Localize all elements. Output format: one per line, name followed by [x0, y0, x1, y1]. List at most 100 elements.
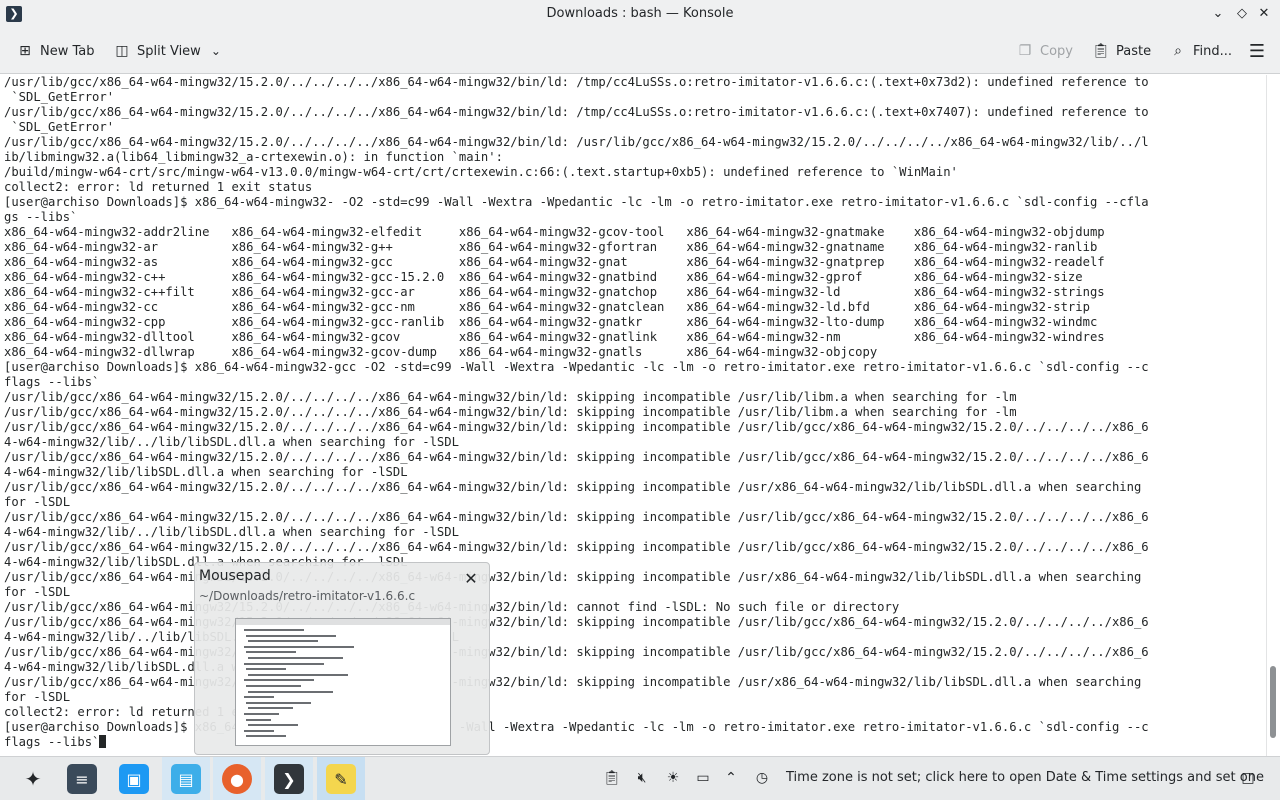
- thumbnail-text-line: [244, 629, 304, 631]
- terminal-line: /usr/lib/gcc/x86_64-w64-mingw32/15.2.0/.…: [4, 510, 1149, 524]
- terminal-line: /usr/lib/gcc/x86_64-w64-mingw32/15.2.0/.…: [4, 645, 1149, 659]
- terminal-line: `SDL_GetError': [4, 90, 115, 104]
- chevron-down-icon: ⌄: [210, 44, 221, 58]
- terminal-view[interactable]: /usr/lib/gcc/x86_64-w64-mingw32/15.2.0/.…: [0, 75, 1266, 756]
- terminal-line: `SDL_GetError': [4, 120, 115, 134]
- terminal-line: x86_64-w64-mingw32-c++filt x86_64-w64-mi…: [4, 285, 1105, 299]
- file-manager-icon: ▤: [171, 764, 201, 794]
- timezone-notice[interactable]: Time zone is not set; click here to open…: [786, 770, 1264, 785]
- terminal-line: /build/mingw-w64-crt/src/mingw-w64-v13.0…: [4, 165, 958, 179]
- thumbnail-text-line: [244, 645, 354, 648]
- terminal-line: collect2: error: ld returned 1 exit stat…: [4, 180, 313, 194]
- new-tab-label: New Tab: [40, 43, 95, 59]
- launcher-button[interactable]: ✦: [9, 757, 57, 800]
- terminal-line: 4-w64-mingw32/lib/../lib/libSDL.dll.a wh…: [4, 435, 459, 449]
- konsole-button[interactable]: ❯: [265, 757, 313, 800]
- new-tab-button[interactable]: ⊞ New Tab: [16, 39, 95, 63]
- find-button[interactable]: ⌕ Find...: [1169, 39, 1232, 63]
- copy-icon: ❐: [1018, 43, 1032, 59]
- konsole-toolbar: ⊞ New Tab ◫ Split View ⌄ ❐ Copy 📋︎ Paste…: [0, 29, 1280, 74]
- terminal-line: flags --libs`: [4, 375, 100, 389]
- thumbnail-text-line: [244, 729, 274, 732]
- window-preview-popup[interactable]: Mousepad ~/Downloads/retro-imitator-v1.6…: [194, 562, 490, 755]
- display-icon[interactable]: ▭: [692, 767, 714, 789]
- terminal-line: /usr/lib/gcc/x86_64-w64-mingw32/15.2.0/.…: [4, 540, 1149, 554]
- thumbnail-text-line: [244, 696, 274, 699]
- thumbnail-titlebar: [236, 619, 450, 625]
- thumbnail-text-line: [248, 724, 298, 727]
- terminal-line: 4-w64-mingw32/lib/libSDL.dll.a when sear…: [4, 555, 408, 569]
- clock-warning-icon[interactable]: ◷: [751, 767, 773, 789]
- thumbnail-text-line: [246, 718, 271, 721]
- terminal-line: /usr/lib/gcc/x86_64-w64-mingw32/15.2.0/.…: [4, 675, 1142, 689]
- thumbnail-text-line: [246, 701, 311, 704]
- paste-label: Paste: [1116, 43, 1152, 59]
- terminal-line: x86_64-w64-mingw32-c++ x86_64-w64-mingw3…: [4, 270, 1083, 284]
- firefox-icon: ●: [222, 764, 252, 794]
- close-icon[interactable]: ✕: [461, 569, 481, 589]
- launcher-icon: ✦: [24, 767, 42, 791]
- terminal-line: x86_64-w64-mingw32-dlltool x86_64-w64-mi…: [4, 330, 1105, 344]
- terminal-line: /usr/lib/gcc/x86_64-w64-mingw32/15.2.0/.…: [4, 420, 1149, 434]
- expand-tray-icon[interactable]: ⌃: [720, 767, 742, 789]
- thumbnail-text-line: [244, 679, 314, 682]
- terminal-line: x86_64-w64-mingw32-addr2line x86_64-w64-…: [4, 225, 1105, 239]
- terminal-line: [user@archiso Downloads]$ x86_64-w64-min…: [4, 195, 1149, 209]
- terminal-line: /usr/lib/gcc/x86_64-w64-mingw32/15.2.0/.…: [4, 600, 900, 614]
- terminal-line: /usr/lib/gcc/x86_64-w64-mingw32/15.2.0/.…: [4, 390, 1017, 404]
- maximize-icon[interactable]: ◇: [1233, 5, 1251, 23]
- terminal-line: x86_64-w64-mingw32-ar x86_64-w64-mingw32…: [4, 240, 1098, 254]
- thumbnail-text-line: [248, 673, 348, 676]
- terminal-line: gs --libs`: [4, 210, 78, 224]
- terminal-line: /usr/lib/gcc/x86_64-w64-mingw32/15.2.0/.…: [4, 450, 1149, 464]
- window-thumbnail[interactable]: [235, 618, 451, 746]
- firefox-button[interactable]: ●: [213, 757, 261, 800]
- brightness-icon[interactable]: ☀: [662, 767, 684, 789]
- hamburger-menu-button[interactable]: ☰: [1248, 39, 1272, 63]
- volume-muted-icon[interactable]: 🔇︎: [631, 767, 653, 789]
- text-cursor: [99, 735, 107, 748]
- prompt-input-text: flags --libs`: [4, 735, 100, 749]
- terminal-line: /usr/lib/gcc/x86_64-w64-mingw32/15.2.0/.…: [4, 480, 1142, 494]
- terminal-line: /usr/lib/gcc/x86_64-w64-mingw32/15.2.0/.…: [4, 405, 1017, 419]
- mousepad-button[interactable]: ✎: [317, 757, 365, 800]
- show-desktop-icon[interactable]: □: [1237, 767, 1259, 789]
- terminal-line: x86_64-w64-mingw32-dllwrap x86_64-w64-mi…: [4, 345, 878, 359]
- terminal-line: 4-w64-mingw32/lib/../lib/libSDL.dll.a wh…: [4, 630, 459, 644]
- split-view-button[interactable]: ◫ Split View ⌄: [113, 39, 221, 63]
- terminal-line: [user@archiso Downloads]$ x86_64-w64-min…: [4, 720, 1149, 734]
- system-settings-button[interactable]: ≡: [58, 757, 106, 800]
- thumbnail-text-line: [248, 707, 293, 710]
- terminal-scrollbar[interactable]: [1266, 75, 1280, 756]
- preview-path: ~/Downloads/retro-imitator-v1.6.6.c: [199, 589, 416, 603]
- thumbnail-text-line: [244, 662, 324, 665]
- terminal-line: ib/libmingw32.a(lib64_libmingw32_a-crtex…: [4, 150, 503, 164]
- clipboard-icon[interactable]: 📋︎: [601, 767, 623, 789]
- copy-button[interactable]: ❐ Copy: [1016, 39, 1073, 63]
- terminal-line: /usr/lib/gcc/x86_64-w64-mingw32/15.2.0/.…: [4, 75, 1149, 89]
- new-tab-icon: ⊞: [19, 43, 31, 59]
- paste-icon: 📋︎: [1092, 43, 1110, 59]
- scrollbar-thumb[interactable]: [1270, 666, 1276, 738]
- terminal-line: x86_64-w64-mingw32-as x86_64-w64-mingw32…: [4, 255, 1105, 269]
- discover-button[interactable]: ▣: [110, 757, 158, 800]
- copy-label: Copy: [1040, 43, 1073, 59]
- terminal-line: x86_64-w64-mingw32-cpp x86_64-w64-mingw3…: [4, 315, 1098, 329]
- window-titlebar: ❯ Downloads : bash — Konsole ⌄ ◇ ✕: [0, 0, 1280, 29]
- file-manager-button[interactable]: ▤: [162, 757, 210, 800]
- minimize-icon[interactable]: ⌄: [1209, 5, 1227, 23]
- terminal-line: /usr/lib/gcc/x86_64-w64-mingw32/15.2.0/.…: [4, 135, 1149, 149]
- terminal-line: [user@archiso Downloads]$ x86_64-w64-min…: [4, 360, 1149, 374]
- paste-button[interactable]: 📋︎ Paste: [1092, 39, 1151, 63]
- system-settings-icon: ≡: [67, 764, 97, 794]
- terminal-line: collect2: error: ld returned 1 exit stat…: [4, 705, 313, 719]
- terminal-line: 4-w64-mingw32/lib/libSDL.dll.a when sear…: [4, 660, 408, 674]
- thumbnail-text-line: [248, 657, 343, 659]
- find-label: Find...: [1193, 43, 1233, 59]
- split-view-label: Split View: [137, 43, 201, 59]
- window-title: Downloads : bash — Konsole: [546, 6, 734, 21]
- thumbnail-text-line: [246, 651, 296, 654]
- close-icon[interactable]: ✕: [1255, 5, 1273, 23]
- taskbar: ✦ ≡ ▣ ▤ ● ❯ ✎ 📋︎ 🔇︎ ☀ ▭ ⌃ ◷ Time zone is…: [0, 756, 1280, 800]
- terminal-line: for -lSDL: [4, 585, 71, 599]
